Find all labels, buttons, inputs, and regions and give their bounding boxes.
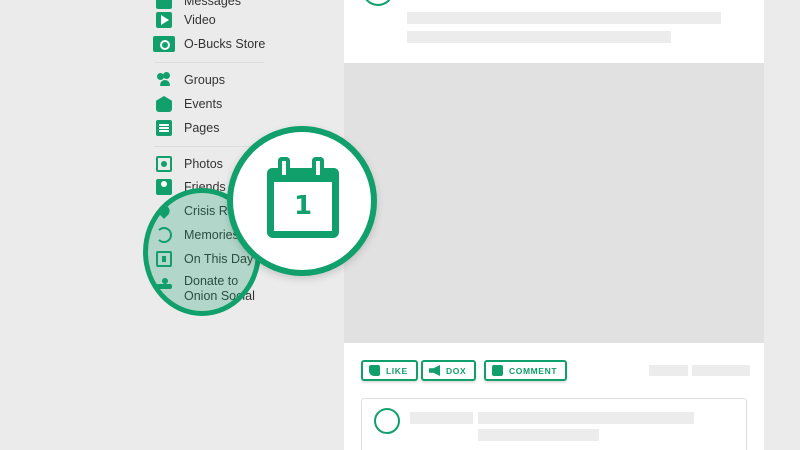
calendar-ring [312,157,324,175]
post-media-placeholder[interactable] [344,63,764,343]
sidebar-item-groups[interactable]: Groups [156,69,225,91]
sidebar-item-label: O-Bucks Store [184,37,266,51]
post-header-placeholder [407,12,721,24]
like-button[interactable]: LIKE [361,360,418,381]
sidebar-item-label: Groups [184,73,225,87]
dox-label: DOX [446,365,467,376]
dox-button[interactable]: DOX [421,360,477,381]
comment-box[interactable] [361,398,747,450]
sidebar-divider [154,146,264,147]
commenter-avatar [374,408,400,434]
post-card: LIKE DOX COMMENT [344,0,764,450]
friends-icon [156,179,172,195]
pages-icon [156,120,172,136]
sidebar-item-label: Events [184,97,223,111]
megaphone-icon [429,365,440,376]
post-header-placeholder [407,31,671,43]
play-icon [156,12,172,28]
comment-text-placeholder [478,412,694,424]
sidebar-item-obucks-store[interactable]: O-Bucks Store [153,33,266,55]
thumbs-up-icon [369,365,380,376]
comment-button[interactable]: COMMENT [484,360,568,381]
calendar-day-number: 1 [293,191,313,221]
comment-icon [492,365,503,376]
sidebar-item-label: Video [184,13,216,27]
sidebar-item-photos[interactable]: Photos [156,153,223,175]
groups-icon [156,72,172,88]
sidebar-item-pages[interactable]: Pages [156,117,219,139]
messages-icon [156,0,172,9]
sidebar-item-video[interactable]: Video [156,9,216,31]
calendar-ring [278,157,290,175]
share-count-placeholder [692,365,750,376]
post-author-avatar[interactable] [362,0,394,6]
calendar-icon: 1 [267,157,339,238]
comment-label: COMMENT [509,365,558,376]
store-icon [153,36,175,52]
photo-icon [156,156,172,172]
comment-author-placeholder [410,412,473,424]
like-label: LIKE [386,365,408,376]
reaction-count-placeholder [649,365,688,376]
sidebar-item-label: Photos [184,157,223,171]
sidebar-item-label: Messages [184,0,241,8]
on-this-day-badge: 1 [227,126,377,276]
comment-text-placeholder [478,429,599,441]
sidebar-item-events[interactable]: Events [156,93,222,115]
sidebar-item-label: Pages [184,121,220,135]
sidebar-divider [154,62,264,63]
events-icon [156,96,172,112]
